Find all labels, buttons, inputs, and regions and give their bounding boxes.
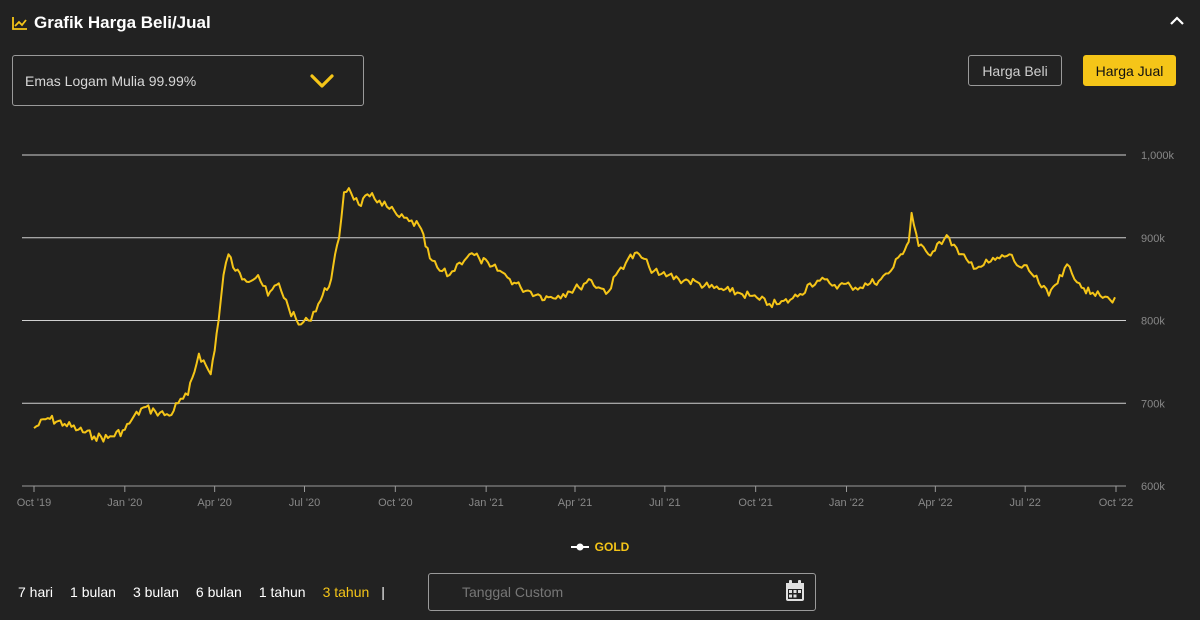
x-tick-label: Jul '20 bbox=[289, 497, 320, 509]
x-tick-label: Jan '21 bbox=[469, 497, 504, 509]
price-chart: Oct '19 Jan '20 Apr '20 Jul '20 Oct '20 Jan '… bbox=[17, 150, 1175, 509]
x-tick-label: Jul '22 bbox=[1009, 497, 1040, 509]
y-tick-label: 1,000k bbox=[1141, 150, 1175, 162]
y-axis: 600k 700k 800k 900k 1,000k bbox=[1141, 150, 1175, 493]
range-separator: | bbox=[381, 584, 385, 600]
product-select[interactable]: Emas Logam Mulia 99.99% bbox=[12, 55, 364, 106]
collapse-button[interactable] bbox=[1168, 12, 1186, 30]
x-tick-label: Oct '22 bbox=[1099, 497, 1134, 509]
range-3-bulan[interactable]: 3 bulan bbox=[133, 584, 179, 600]
range-1-tahun[interactable]: 1 tahun bbox=[259, 584, 306, 600]
legend-label: GOLD bbox=[594, 540, 630, 554]
chart-line-icon bbox=[12, 17, 27, 30]
legend-marker-icon bbox=[570, 543, 589, 551]
range-3-tahun[interactable]: 3 tahun bbox=[323, 584, 370, 600]
x-tick-label: Jan '20 bbox=[107, 497, 142, 509]
x-axis: Oct '19 Jan '20 Apr '20 Jul '20 Oct '20 Jan '… bbox=[17, 486, 1134, 509]
harga-beli-button[interactable]: Harga Beli bbox=[968, 55, 1062, 86]
x-tick-label: Jul '21 bbox=[649, 497, 680, 509]
x-tick-label: Apr '20 bbox=[197, 497, 232, 509]
harga-jual-button[interactable]: Harga Jual bbox=[1083, 55, 1176, 86]
calendar-icon[interactable] bbox=[785, 580, 805, 602]
x-tick-label: Oct '19 bbox=[17, 497, 52, 509]
x-tick-label: Jan '22 bbox=[829, 497, 864, 509]
custom-date-placeholder: Tanggal Custom bbox=[462, 584, 564, 600]
chevron-up-icon bbox=[1170, 16, 1184, 25]
range-6-bulan[interactable]: 6 bulan bbox=[196, 584, 242, 600]
y-tick-label: 900k bbox=[1141, 233, 1165, 245]
y-tick-label: 600k bbox=[1141, 481, 1165, 493]
x-tick-label: Apr '21 bbox=[558, 497, 593, 509]
header: Grafik Harga Beli/Jual bbox=[12, 12, 211, 34]
range-1-bulan[interactable]: 1 bulan bbox=[70, 584, 116, 600]
product-select-value: Emas Logam Mulia 99.99% bbox=[25, 72, 197, 89]
y-tick-label: 700k bbox=[1141, 398, 1165, 410]
x-tick-label: Apr '22 bbox=[918, 497, 953, 509]
custom-date-input[interactable]: Tanggal Custom bbox=[428, 573, 816, 611]
x-tick-label: Oct '21 bbox=[738, 497, 773, 509]
page-title: Grafik Harga Beli/Jual bbox=[34, 13, 211, 32]
chevron-down-icon bbox=[310, 74, 334, 88]
range-selector: 7 hari 1 bulan 3 bulan 6 bulan 1 tahun 3… bbox=[18, 584, 385, 600]
chart-legend[interactable]: GOLD bbox=[0, 540, 1200, 554]
y-tick-label: 800k bbox=[1141, 316, 1165, 328]
x-tick-label: Oct '20 bbox=[378, 497, 413, 509]
grid-layer bbox=[22, 154, 1126, 487]
range-7-hari[interactable]: 7 hari bbox=[18, 584, 53, 600]
